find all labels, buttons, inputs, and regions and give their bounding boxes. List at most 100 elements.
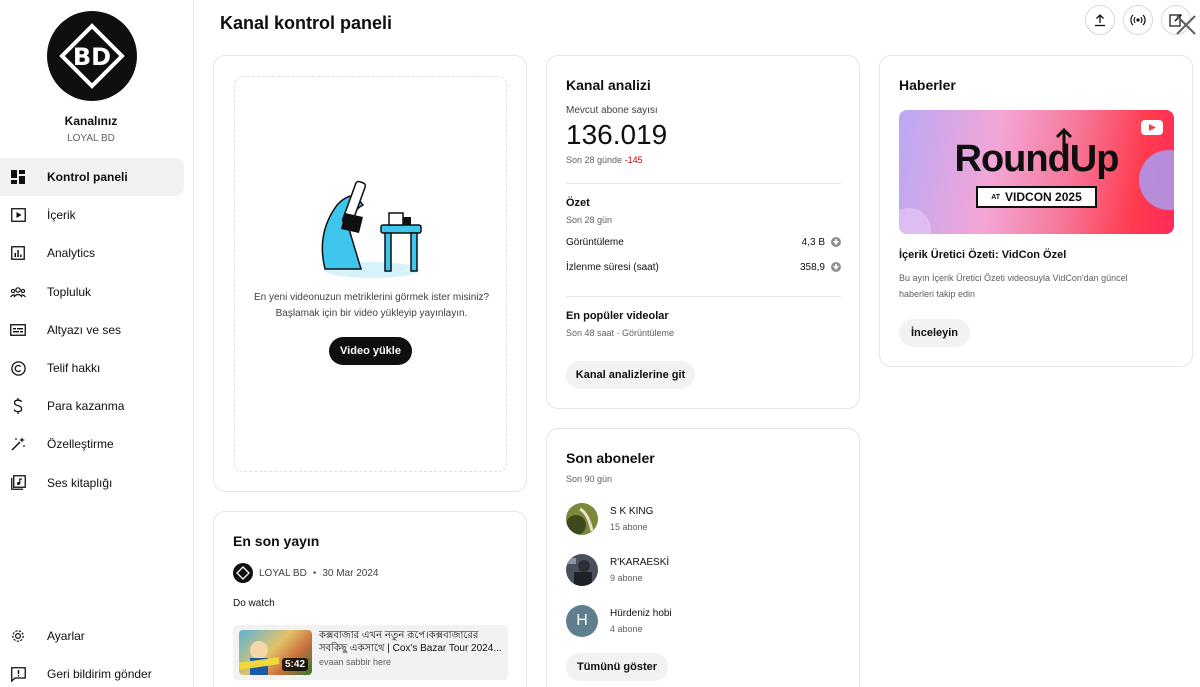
- sidebar-bottom-nav: Ayarlar Geri bildirim gönder: [0, 617, 184, 687]
- meta-separator: •: [312, 567, 317, 579]
- dashboard-icon: [10, 169, 26, 185]
- upload-hint-line: En yeni videonuzun metriklerini görmek i…: [253, 292, 490, 303]
- subscriber-change-label: Son 28 günde: [566, 155, 623, 165]
- upload-hint-line: Başlamak için bir video yükleyip yayınla…: [275, 308, 468, 319]
- sidebar: BD Kanalınız LOYAL BD Kontrol paneli İçe…: [0, 0, 194, 687]
- channel-handle: LOYAL BD: [67, 133, 115, 144]
- upload-icon: [1095, 14, 1105, 27]
- news-banner-heading: RoundUp: [954, 138, 1120, 180]
- upload-button[interactable]: [1085, 5, 1115, 35]
- video-title[interactable]: কক্সবাজার এখন নতুন রূপে।কক্সবাজারের সবকি…: [319, 629, 504, 655]
- divider: [566, 296, 841, 297]
- sidebar-item-analytics[interactable]: Analytics: [0, 234, 184, 272]
- magic-wand-icon: [10, 436, 26, 452]
- news-title: Haberler: [899, 77, 956, 93]
- video-duration: 5:42: [281, 658, 308, 671]
- go-to-analytics-button[interactable]: Kanal analizlerine git: [566, 361, 695, 389]
- trend-down-icon: [831, 237, 841, 247]
- subscriber-name: Hürdeniz hobi: [610, 608, 672, 619]
- sidebar-item-label: Ses kitaplığı: [47, 475, 113, 490]
- dollar-icon: [10, 398, 26, 415]
- page-title: Kanal kontrol paneli: [220, 13, 393, 33]
- post-date: 30 Mar 2024: [322, 567, 379, 579]
- analytics-icon: [10, 245, 26, 261]
- upload-video-button[interactable]: Video yükle: [329, 337, 412, 365]
- sidebar-item-label: Özelleştirme: [47, 437, 114, 452]
- metric-label: İzlenme süresi (saat): [566, 261, 659, 273]
- news-banner-event: AT VIDCON 2025: [976, 186, 1097, 208]
- sidebar-item-subtitles[interactable]: Altyazı ve ses: [0, 311, 184, 349]
- metric-row-watch-time: İzlenme süresi (saat) 358,9: [566, 260, 841, 274]
- feedback-icon: [10, 666, 26, 682]
- latest-post-card: En son yayın LOYAL BD • 30 Mar 2024 Do w…: [213, 511, 527, 687]
- gear-icon: [10, 628, 26, 644]
- video-thumbnail[interactable]: 5:42: [239, 630, 312, 675]
- subscriber-row[interactable]: R'KARAESKİ 9 abone: [566, 553, 669, 587]
- show-all-subscribers-button[interactable]: Tümünü göster: [566, 653, 668, 681]
- subscriber-avatar[interactable]: [566, 554, 598, 586]
- news-card: Haberler RoundUp AT VIDCON 2025 İçerik Ü…: [879, 55, 1193, 367]
- channel-logo-icon: BD: [59, 23, 125, 89]
- sidebar-item-copyright[interactable]: Telif hakkı: [0, 349, 184, 387]
- news-body: Bu ayın İçerik Üretici Özeti videosuyla …: [899, 270, 1179, 302]
- news-body-line: Bu ayın İçerik Üretici Özeti videosuyla …: [899, 273, 1128, 283]
- news-banner-at: AT: [991, 193, 1001, 201]
- channel-avatar[interactable]: BD: [47, 11, 137, 101]
- latest-post-title: En son yayın: [233, 533, 320, 549]
- user-photo-icon: [566, 503, 598, 535]
- audio-library-icon: [10, 475, 26, 491]
- subscriber-change-value: -145: [624, 155, 643, 165]
- community-icon: [10, 284, 26, 300]
- channel-label: Kanalınız: [64, 114, 118, 128]
- subscriber-avatar[interactable]: H: [566, 605, 598, 637]
- post-author-avatar[interactable]: [233, 563, 253, 583]
- content-icon: [10, 207, 26, 223]
- news-body-line: haberleri takip edin: [899, 289, 976, 299]
- news-banner-event-name: VIDCON 2025: [1005, 190, 1082, 204]
- summary-title: Özet: [566, 197, 590, 209]
- video-title-line: কক্সবাজার এখন নতুন রূপে।কক্সবাজারের: [319, 630, 479, 641]
- sidebar-item-community[interactable]: Topluluk: [0, 273, 184, 311]
- subscriber-row[interactable]: S K KING 15 abone: [566, 502, 653, 536]
- svg-text:BD: BD: [73, 43, 111, 71]
- post-author[interactable]: LOYAL BD: [259, 568, 307, 579]
- sidebar-item-monetization[interactable]: Para kazanma: [0, 387, 184, 425]
- subscriber-count-badge: 4 abone: [610, 624, 643, 634]
- news-banner[interactable]: RoundUp AT VIDCON 2025: [899, 110, 1174, 234]
- trend-down-icon: [831, 262, 841, 272]
- sidebar-item-content[interactable]: İçerik: [0, 196, 184, 234]
- sidebar-item-label: Altyazı ve ses: [47, 322, 122, 337]
- upload-card: En yeni videonuzun metriklerini görmek i…: [213, 55, 527, 492]
- subscriber-row[interactable]: H Hürdeniz hobi 4 abone: [566, 604, 672, 638]
- upload-dropzone[interactable]: En yeni videonuzun metriklerini görmek i…: [234, 76, 507, 472]
- metric-row-views: Görüntüleme 4,3 B: [566, 235, 841, 249]
- user-photo-icon: [566, 554, 598, 586]
- close-icon: [1176, 15, 1196, 35]
- subscriber-count: 136.019: [566, 119, 668, 150]
- sidebar-item-settings[interactable]: Ayarlar: [0, 617, 184, 655]
- post-text: Do watch: [233, 598, 275, 609]
- subscriber-count-badge: 9 abone: [610, 573, 643, 583]
- video-title-line: সবকিছু একসাথে | Cox's Bazar Tour 2024...: [319, 643, 502, 654]
- popular-videos-title: En popüler videolar: [566, 310, 669, 322]
- sidebar-item-customization[interactable]: Özelleştirme: [0, 425, 184, 463]
- post-video-preview[interactable]: 5:42 কক্সবাজার এখন নতুন রূপে।কক্সবাজারের…: [233, 625, 508, 680]
- sidebar-item-dashboard[interactable]: Kontrol paneli: [0, 158, 184, 197]
- channel-logo-icon: [236, 566, 250, 580]
- sidebar-item-feedback[interactable]: Geri bildirim gönder: [0, 655, 184, 687]
- subscriber-change: Son 28 günde -145: [566, 155, 643, 165]
- metric-value: 358,9: [799, 261, 825, 273]
- sidebar-item-audio-library[interactable]: Ses kitaplığı: [0, 464, 184, 502]
- sidebar-item-label: Topluluk: [47, 284, 92, 299]
- close-button[interactable]: [1173, 12, 1199, 38]
- go-live-button[interactable]: [1123, 5, 1153, 35]
- subscriber-count-badge: 15 abone: [610, 522, 648, 532]
- live-broadcast-icon: [1130, 14, 1146, 26]
- metric-label: Görüntüleme: [566, 236, 624, 248]
- subscriber-avatar[interactable]: [566, 503, 598, 535]
- review-news-button[interactable]: İnceleyin: [899, 319, 970, 347]
- sidebar-item-label: Ayarlar: [47, 629, 85, 644]
- video-channel: evaan sabbir here: [319, 657, 392, 667]
- post-meta: LOYAL BD • 30 Mar 2024: [233, 563, 378, 583]
- sidebar-item-label: İçerik: [47, 208, 76, 223]
